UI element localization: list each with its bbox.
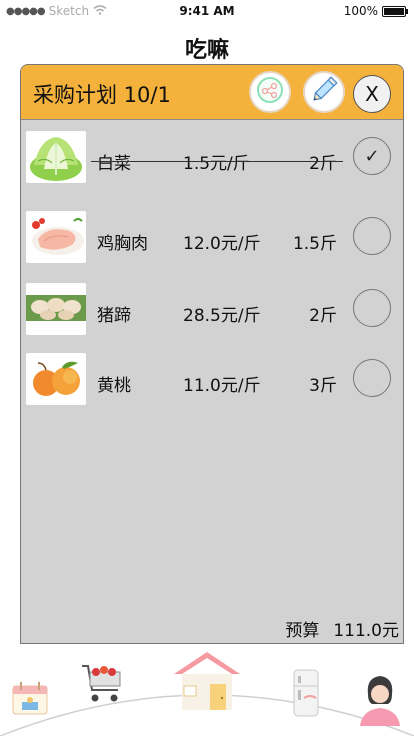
item-price: 12.0元/斤 xyxy=(183,234,261,254)
budget-value: 111.0元 xyxy=(333,621,399,641)
app-title: 吃嘛 xyxy=(184,38,229,63)
battery-percent: 100% xyxy=(343,4,378,18)
item-quantity: 1.5斤 xyxy=(292,234,337,254)
battery-icon xyxy=(382,5,408,17)
item-price: 11.0元/斤 xyxy=(183,376,261,396)
user-icon xyxy=(358,676,402,730)
battery-indicator: 100% xyxy=(343,4,408,18)
close-button[interactable]: X xyxy=(353,75,391,113)
pig-trotter-image xyxy=(26,283,86,335)
pencil-icon xyxy=(308,74,340,110)
tab-calendar[interactable] xyxy=(10,678,50,722)
fridge-icon xyxy=(290,669,322,722)
item-checkbox[interactable] xyxy=(353,217,391,255)
item-name: 鸡胸肉 xyxy=(97,234,148,254)
share-icon xyxy=(255,75,285,109)
item-name: 黄桃 xyxy=(97,376,131,396)
tab-home[interactable] xyxy=(170,648,244,718)
purchase-plan-panel: 采购计划 10/1 X 白菜 1.5元/斤 2斤 ✓ 鸡胸肉 12.0元/斤 1… xyxy=(20,64,404,644)
item-checkbox[interactable] xyxy=(353,359,391,397)
budget-label: 预算 xyxy=(285,621,320,641)
item-quantity: 2斤 xyxy=(309,306,337,326)
list-item: 白菜 1.5元/斤 2斤 ✓ xyxy=(21,131,403,191)
header-divider xyxy=(21,119,403,120)
item-quantity: 3斤 xyxy=(309,376,337,396)
shopping-cart-icon xyxy=(80,665,126,710)
item-price: 28.5元/斤 xyxy=(183,306,261,326)
cabbage-image xyxy=(26,131,86,183)
item-checkbox[interactable] xyxy=(353,289,391,327)
chicken-breast-image xyxy=(26,211,86,263)
list-item: 鸡胸肉 12.0元/斤 1.5斤 xyxy=(21,211,403,271)
tab-fridge[interactable] xyxy=(290,668,322,722)
list-item: 猪蹄 28.5元/斤 2斤 xyxy=(21,283,403,343)
calendar-icon xyxy=(10,682,50,722)
panel-header: 采购计划 10/1 X xyxy=(21,65,403,119)
tab-cart[interactable] xyxy=(80,662,126,710)
tab-profile[interactable] xyxy=(358,672,402,730)
share-button[interactable] xyxy=(249,71,291,113)
bottom-tab-bar xyxy=(0,644,414,736)
edit-button[interactable] xyxy=(303,71,345,113)
strikethrough-line xyxy=(91,161,343,162)
list-item: 黄桃 11.0元/斤 3斤 xyxy=(21,353,403,413)
budget-summary: 预算 111.0元 xyxy=(285,616,399,641)
yellow-peach-image xyxy=(26,353,86,405)
panel-title: 采购计划 10/1 xyxy=(33,83,171,107)
item-checkbox[interactable]: ✓ xyxy=(353,137,391,175)
status-bar: ●●●●● Sketch 9:41 AM 100% xyxy=(0,0,414,22)
home-icon xyxy=(170,652,244,718)
item-name: 猪蹄 xyxy=(97,306,131,326)
